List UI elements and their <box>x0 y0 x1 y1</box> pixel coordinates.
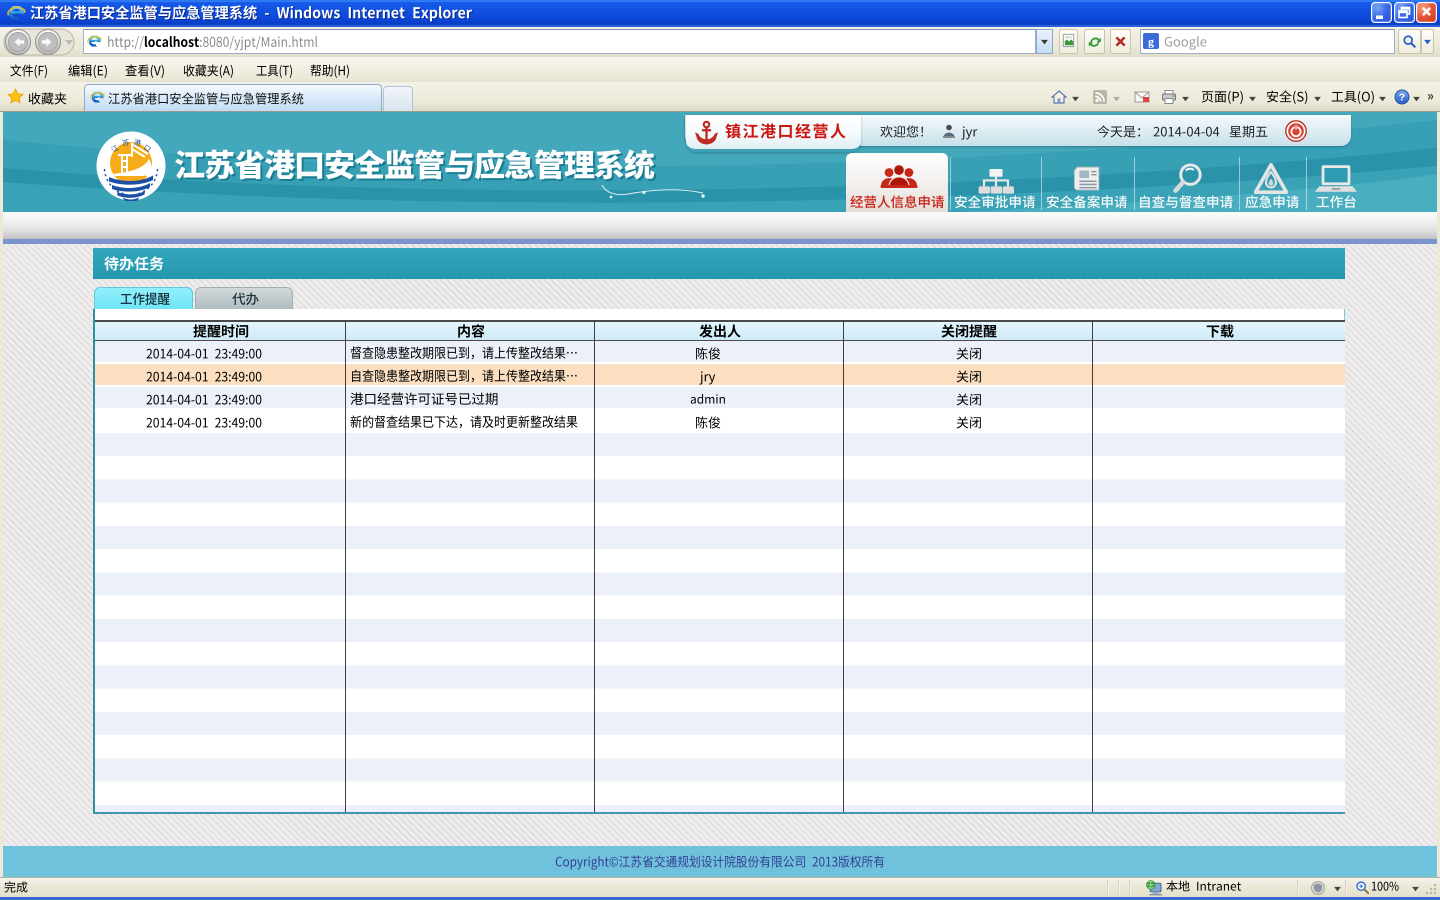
svg-text:?: ? <box>1399 92 1405 104</box>
svg-text:g: g <box>1148 35 1154 49</box>
